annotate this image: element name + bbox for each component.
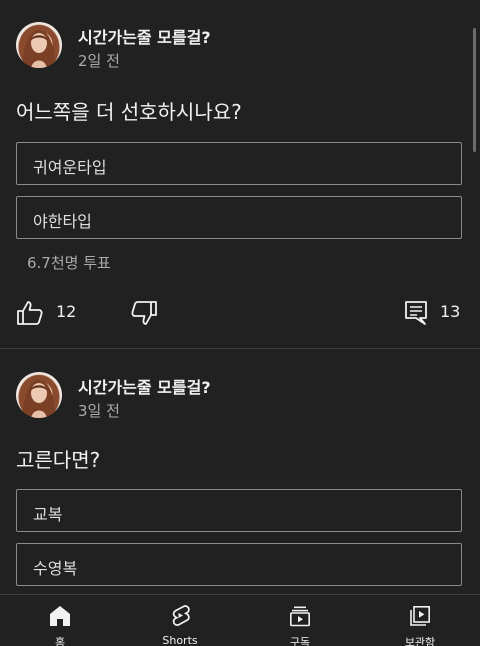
post-time: 2일 전: [78, 52, 120, 70]
poll-question: 어느쪽을 더 선호하시나요?: [16, 100, 242, 124]
library-icon: [410, 605, 430, 626]
poll-option[interactable]: 야한타입: [16, 196, 462, 239]
post-divider: [0, 348, 480, 349]
nav-subscriptions[interactable]: 구독: [240, 595, 360, 646]
nav-label: 구독: [289, 636, 311, 646]
poll-option[interactable]: 귀여운타입: [16, 142, 462, 185]
nav-label: 보관함: [404, 636, 436, 646]
channel-name[interactable]: 시간가는줄 모를걸?: [78, 374, 211, 398]
post-header: 시간가는줄 모를걸? 2일 전: [16, 22, 456, 72]
home-icon: [50, 606, 70, 626]
nav-shorts[interactable]: Shorts: [120, 595, 240, 646]
poll-question: 고른다면?: [16, 448, 101, 472]
post-time: 3일 전: [78, 402, 120, 420]
subscriptions-icon: [289, 606, 310, 627]
nav-library[interactable]: 보관함: [360, 595, 480, 646]
nav-label: Shorts: [162, 634, 198, 646]
channel-avatar[interactable]: [16, 22, 62, 68]
poll-option-label: 수영복: [33, 559, 78, 578]
bottom-navigation: 홈 Shorts 구독 보관함: [0, 594, 480, 646]
comment-count: 13: [440, 302, 461, 321]
poll-option-label: 야한타입: [33, 212, 92, 231]
poll-option-label: 교복: [33, 505, 63, 524]
thumbs-down-icon: [131, 301, 157, 325]
poll-option[interactable]: 교복: [16, 489, 462, 532]
nav-home[interactable]: 홈: [0, 595, 120, 646]
poll-option-label: 귀여운타입: [33, 158, 107, 177]
scrollbar[interactable]: [473, 28, 476, 152]
comment-icon: [405, 301, 427, 325]
thumbs-up-icon: [17, 301, 43, 325]
post-header: 시간가는줄 모를걸? 3일 전: [16, 372, 456, 422]
channel-name[interactable]: 시간가는줄 모를걸?: [78, 24, 211, 48]
like-button[interactable]: 12: [16, 292, 86, 332]
comments-button[interactable]: 13: [404, 292, 468, 332]
channel-avatar[interactable]: [16, 372, 62, 418]
post-actions: 12 13: [0, 292, 480, 332]
shorts-icon: [172, 605, 190, 626]
dislike-button[interactable]: [130, 292, 160, 332]
vote-count: 6.7천명 투표: [27, 254, 111, 272]
community-feed[interactable]: 시간가는줄 모를걸? 2일 전 어느쪽을 더 선호하시나요? 귀여운타입 야한타…: [0, 0, 480, 594]
nav-label: 홈: [54, 636, 66, 646]
poll-option[interactable]: 수영복: [16, 543, 462, 586]
like-count: 12: [56, 302, 77, 321]
